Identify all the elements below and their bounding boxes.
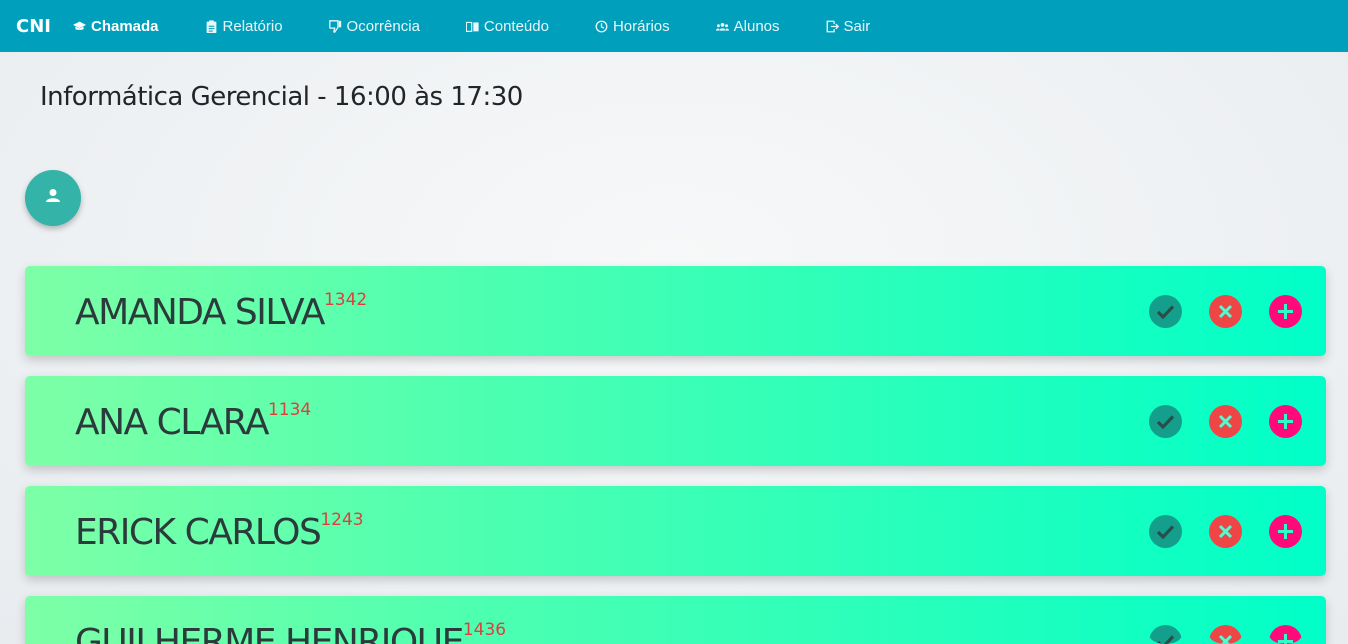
- student-name: ERICK CARLOS1243: [75, 510, 364, 553]
- student-id: 1342: [323, 290, 368, 310]
- clipboard-icon: [205, 19, 218, 33]
- top-navbar: CNI Chamada Relatório Ocorrência Conteúd…: [0, 0, 1348, 52]
- thumbs-down-icon: [328, 19, 342, 33]
- student-card: ANA CLARA1134: [25, 376, 1326, 466]
- student-name: AMANDA SILVA1342: [75, 290, 368, 333]
- add-student-fab[interactable]: [25, 170, 81, 226]
- mark-absent-button[interactable]: [1209, 625, 1242, 644]
- page-title: Informática Gerencial - 16:00 às 17:30: [40, 82, 523, 112]
- nav-conteudo[interactable]: Conteúdo: [465, 17, 549, 35]
- student-name: ANA CLARA1134: [75, 400, 312, 443]
- brand-logo[interactable]: CNI: [16, 16, 51, 37]
- plus-circle-icon: [1269, 295, 1302, 328]
- mark-absent-button[interactable]: [1209, 295, 1242, 328]
- mark-absent-button[interactable]: [1209, 405, 1242, 438]
- mark-absent-button[interactable]: [1209, 515, 1242, 548]
- exit-icon: [826, 20, 839, 33]
- nav-ocorrencia[interactable]: Ocorrência: [328, 17, 420, 35]
- nav-alunos[interactable]: Alunos: [715, 17, 780, 35]
- x-circle-icon: [1209, 295, 1242, 328]
- student-id: 1134: [267, 400, 312, 420]
- nav-conteudo-label: Conteúdo: [483, 17, 549, 35]
- check-circle-icon: [1149, 295, 1182, 328]
- nav-horarios-label: Horários: [612, 17, 670, 35]
- nav-sair[interactable]: Sair: [826, 17, 871, 35]
- check-circle-icon: [1149, 625, 1182, 644]
- student-id: 1243: [320, 510, 364, 530]
- clock-icon: [595, 20, 608, 33]
- mark-present-button[interactable]: [1149, 625, 1182, 644]
- nav-chamada-label: Chamada: [90, 17, 159, 35]
- mark-present-button[interactable]: [1149, 405, 1182, 438]
- nav-relatorio-label: Relatório: [222, 17, 283, 35]
- nav-sair-label: Sair: [843, 17, 871, 35]
- plus-circle-icon: [1269, 405, 1302, 438]
- add-occurrence-button[interactable]: [1269, 405, 1302, 438]
- graduation-cap-icon: [72, 20, 86, 33]
- nav-alunos-label: Alunos: [733, 17, 780, 35]
- check-circle-icon: [1149, 515, 1182, 548]
- nav-horarios[interactable]: Horários: [595, 18, 670, 35]
- student-card: GUILHERME HENRIQUE1436: [25, 596, 1326, 644]
- add-occurrence-button[interactable]: [1269, 295, 1302, 328]
- check-circle-icon: [1149, 405, 1182, 438]
- book-open-icon: [465, 20, 479, 33]
- mark-present-button[interactable]: [1149, 295, 1182, 328]
- x-circle-icon: [1209, 405, 1242, 438]
- plus-circle-icon: [1269, 625, 1302, 644]
- student-name: GUILHERME HENRIQUE1436: [75, 620, 507, 644]
- student-id: 1436: [462, 620, 507, 640]
- person-icon: [43, 186, 63, 211]
- add-occurrence-button[interactable]: [1269, 515, 1302, 548]
- mark-present-button[interactable]: [1149, 515, 1182, 548]
- add-occurrence-button[interactable]: [1269, 625, 1302, 644]
- student-card: ERICK CARLOS1243: [25, 486, 1326, 576]
- nav-ocorrencia-label: Ocorrência: [346, 17, 420, 35]
- student-card: AMANDA SILVA1342: [25, 266, 1326, 356]
- x-circle-icon: [1209, 515, 1242, 548]
- plus-circle-icon: [1269, 515, 1302, 548]
- users-icon: [715, 20, 729, 33]
- nav-chamada[interactable]: Chamada: [72, 17, 159, 35]
- x-circle-icon: [1209, 625, 1242, 644]
- nav-relatorio[interactable]: Relatório: [205, 18, 283, 35]
